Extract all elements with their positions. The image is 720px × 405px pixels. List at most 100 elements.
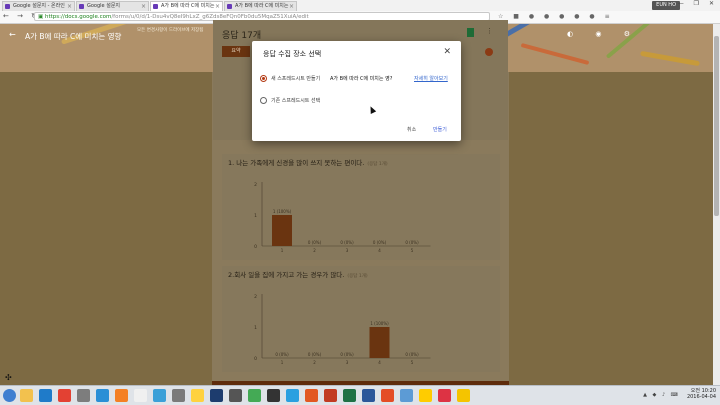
taskbar-app-icon[interactable] [362, 389, 375, 402]
taskbar-app-icon[interactable] [153, 389, 166, 402]
forms-favicon-icon [79, 4, 84, 9]
tab-summary[interactable]: 요약 [222, 46, 250, 57]
x-tick-label: 3 [346, 360, 349, 365]
bar-data-label: 0 (0%) [405, 352, 419, 357]
responses-title: 응답 17개 [222, 31, 262, 41]
bar-chart: 0 1 2 0 (0%) 1 0 (0%) 2 0 (0%) 3 1 (100%) 4 0 (0%) 5 [254, 294, 431, 365]
taskbar-app-icon[interactable] [286, 389, 299, 402]
taskbar-app-icon[interactable] [39, 389, 52, 402]
close-tab-icon[interactable]: × [141, 2, 146, 11]
x-tick-label: 5 [411, 248, 414, 253]
taskbar-app-icon[interactable] [267, 389, 280, 402]
ribbon-decoration [520, 43, 590, 65]
bar-chart: 0 1 2 1 (100%) 1 0 (0%) 2 0 (0%) 3 0 (0%) 4 0 (0%) 5 [254, 182, 431, 253]
lock-icon: ▣ [38, 14, 44, 20]
y-tick-label: 0 [254, 244, 257, 250]
back-arrow-icon[interactable]: ← [9, 30, 16, 39]
x-tick-label: 5 [411, 360, 414, 365]
header-action-icons[interactable]: ◐ ◉ ⚙ [567, 30, 640, 38]
clock-date: 2016-04-04 [686, 394, 716, 400]
taskbar-app-icon[interactable] [343, 389, 356, 402]
browser-tab[interactable]: Google 설문지 × [76, 1, 149, 11]
scrollbar[interactable] [713, 24, 720, 385]
taskbar-app-icon[interactable] [191, 389, 204, 402]
close-tab-icon[interactable]: × [289, 2, 294, 11]
taskbar-app-icon[interactable] [20, 389, 33, 402]
close-icon[interactable]: ✕ [443, 47, 451, 57]
x-tick-label: 4 [378, 248, 381, 253]
form-subtitle: 모든 변경사항이 드라이브에 저장됨 [137, 28, 204, 33]
spreadsheet-icon[interactable] [467, 28, 474, 37]
y-tick-label: 1 [254, 213, 257, 219]
taskbar-app-icon[interactable] [58, 389, 71, 402]
taskbar-app-icon[interactable] [134, 389, 147, 402]
browser-tab[interactable]: Google 설문지 - 온라인 × [2, 1, 75, 11]
form-title[interactable]: A가 B에 따라 C에 미치는 영향 [25, 31, 121, 42]
x-tick-label: 2 [313, 360, 316, 365]
taskbar-app-icon[interactable] [400, 389, 413, 402]
browser-tab[interactable]: A가 B에 따라 C에 미치는 × [224, 1, 297, 11]
radio-new-spreadsheet[interactable] [260, 75, 267, 82]
bar-data-label: 0 (0%) [275, 352, 289, 357]
bar-data-label: 0 (0%) [340, 352, 354, 357]
x-tick-label: 2 [313, 248, 316, 253]
option-existing-spreadsheet-label[interactable]: 기존 스프레드시트 선택 [271, 97, 320, 104]
taskbar-app-icon[interactable] [77, 389, 90, 402]
y-tick-label: 2 [254, 182, 257, 188]
pointer-icon: ✣ [5, 373, 12, 382]
windows-taskbar: ▲ ◆ ♪ ⌨ 오전 10:20 2016-04-04 [0, 385, 720, 405]
cancel-button[interactable]: 취소 [407, 126, 416, 133]
y-tick-label: 0 [254, 356, 257, 362]
window-controls[interactable]: — ❐ ✕ [678, 0, 718, 7]
option-new-spreadsheet-label[interactable]: 새 스프레드시트 만들기 [271, 75, 320, 82]
bar-data-label: 1 (100%) [273, 209, 292, 214]
taskbar-app-icon[interactable] [229, 389, 242, 402]
system-tray-icons[interactable]: ▲ ◆ ♪ ⌨ [643, 392, 680, 398]
forms-favicon-icon [5, 4, 10, 9]
x-tick-label: 1 [281, 248, 284, 253]
bar-data-label: 0 (0%) [308, 352, 322, 357]
scrollbar-thumb[interactable] [714, 36, 719, 216]
taskbar-app-icon[interactable] [457, 389, 470, 402]
taskbar-app-icon[interactable] [115, 389, 128, 402]
bar [369, 327, 390, 358]
x-tick-label: 4 [378, 360, 381, 365]
start-button[interactable] [3, 389, 16, 402]
dialog-title: 응답 수집 장소 선택 [263, 50, 322, 58]
x-tick-label: 1 [281, 360, 284, 365]
taskbar-app-icon[interactable] [438, 389, 451, 402]
close-tab-icon[interactable]: × [215, 2, 220, 11]
browser-user-chip[interactable]: EUN HO [652, 1, 680, 10]
close-tab-icon[interactable]: × [67, 2, 72, 11]
learn-more-link[interactable]: 자세히 알아보기 [414, 75, 448, 82]
bar-data-label: 0 (0%) [340, 240, 354, 245]
taskbar-app-icon[interactable] [248, 389, 261, 402]
taskbar-app-icon[interactable] [210, 389, 223, 402]
bar [272, 215, 292, 246]
radio-existing-spreadsheet[interactable] [260, 97, 267, 104]
accepting-responses-toggle[interactable] [485, 48, 493, 56]
forms-favicon-icon [227, 4, 232, 9]
more-options-icon[interactable]: ⋮ [486, 27, 493, 35]
new-sheet-name[interactable]: A가 B에 따라 C에 미치는 영? [330, 75, 392, 82]
bar-data-label: 1 (100%) [370, 321, 389, 326]
clock[interactable]: 오전 10:20 2016-04-04 [687, 388, 716, 400]
taskbar-app-icon[interactable] [96, 389, 109, 402]
url-host: https://docs.google.com [45, 14, 112, 20]
extension-icons[interactable]: ☆ ■ ● ● ● ● ● ≡ [498, 13, 614, 20]
taskbar-app-icon[interactable] [305, 389, 318, 402]
taskbar-app-icon[interactable] [381, 389, 394, 402]
create-button[interactable]: 만들기 [433, 126, 447, 133]
browser-tab-active[interactable]: A가 B에 따라 C에 미치는 × [150, 1, 223, 11]
bar-data-label: 0 (0%) [405, 240, 419, 245]
question-card: 2.회사 일을 집에 가지고 가는 경우가 많다. (응답 1개) 0120 (0… [222, 266, 500, 372]
response-destination-dialog: 응답 수집 장소 선택 ✕ 새 스프레드시트 만들기 A가 B에 따라 C에 미… [252, 41, 461, 141]
y-tick-label: 1 [254, 325, 257, 331]
x-tick-label: 3 [346, 248, 349, 253]
taskbar-app-icon[interactable] [324, 389, 337, 402]
taskbar-app-icon[interactable] [172, 389, 185, 402]
forms-favicon-icon [153, 4, 158, 9]
taskbar-app-icon[interactable] [419, 389, 432, 402]
question-card: 1. 나는 가족에게 신경을 많이 쓰지 못하는 편이다. (응답 1개) 012… [222, 154, 500, 260]
bar-data-label: 0 (0%) [308, 240, 322, 245]
